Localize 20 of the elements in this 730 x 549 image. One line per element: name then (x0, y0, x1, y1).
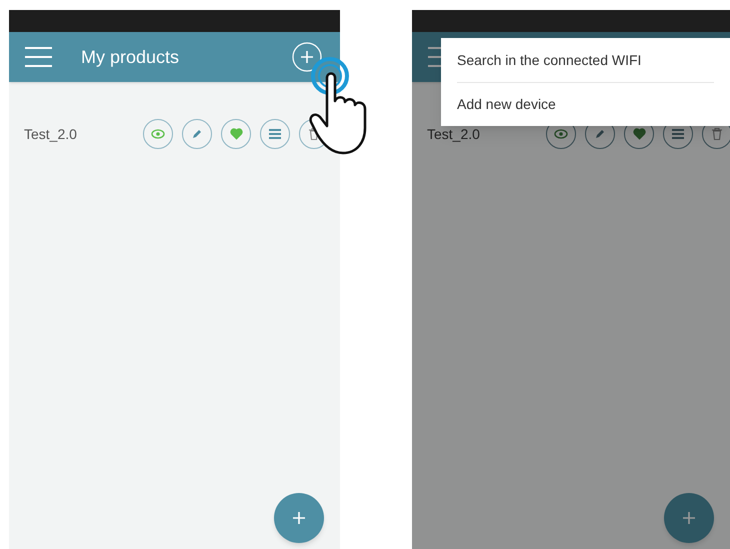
product-name: Test_2.0 (427, 124, 481, 144)
list-icon (672, 129, 684, 139)
trash-icon (712, 128, 722, 140)
add-fab-button[interactable] (664, 493, 714, 543)
eye-icon (151, 129, 165, 139)
eye-icon (554, 129, 568, 139)
pen-icon (192, 129, 202, 139)
view-button[interactable] (143, 119, 173, 149)
plus-icon (293, 512, 305, 524)
menu-item[interactable]: Search in the connected WIFI (457, 38, 714, 82)
pen-icon (595, 129, 605, 139)
list-icon (269, 129, 281, 139)
product-name: Test_2.0 (24, 124, 78, 144)
add-icon[interactable] (292, 42, 322, 72)
menu-icon[interactable] (25, 47, 52, 67)
plus-icon (683, 512, 695, 524)
edit-button[interactable] (182, 119, 212, 149)
menu-item[interactable]: Add new device (457, 82, 714, 126)
add-fab-button[interactable] (274, 493, 324, 543)
screen-title: My products (81, 46, 180, 69)
